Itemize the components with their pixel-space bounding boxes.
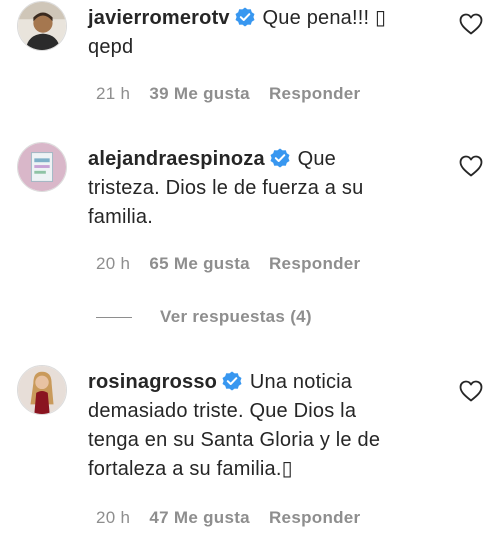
view-replies-label: Ver respuestas (4) <box>160 307 312 326</box>
verified-badge-icon <box>235 7 255 27</box>
likes-count[interactable]: 47 Me gusta <box>149 508 250 527</box>
comment-meta: 20 h 47 Me gusta Responder <box>96 508 374 528</box>
view-replies-button[interactable]: Ver respuestas (4) <box>96 307 312 327</box>
comment-body: tenga en su Santa Gloria y le de <box>88 429 381 451</box>
timestamp[interactable]: 20 h <box>96 254 130 273</box>
username[interactable]: javierromerotv <box>88 7 230 29</box>
reply-button[interactable]: Responder <box>269 254 361 273</box>
comment-body: Una noticia <box>249 371 353 393</box>
comment-body: Que <box>297 148 336 170</box>
verified-badge-icon <box>222 371 242 391</box>
likes-count[interactable]: 39 Me gusta <box>149 84 250 103</box>
username[interactable]: rosinagrosso <box>88 371 217 393</box>
like-heart-icon[interactable] <box>459 380 483 402</box>
like-heart-icon[interactable] <box>459 155 483 177</box>
avatar[interactable] <box>17 365 67 415</box>
comment-body: qepd <box>88 36 134 58</box>
comment-text: rosinagrosso Una noticia demasiado trist… <box>88 368 428 484</box>
avatar[interactable] <box>17 142 67 192</box>
comment-meta: 20 h 65 Me gusta Responder <box>96 254 374 274</box>
comment-text: javierromerotv Que pena!!! ▯ qepd <box>88 4 428 62</box>
verified-badge-icon <box>270 148 290 168</box>
avatar[interactable] <box>17 1 67 51</box>
timestamp[interactable]: 20 h <box>96 508 130 527</box>
comment-text: alejandraespinoza Que tristeza. Dios le … <box>88 145 428 232</box>
comment-meta: 21 h 39 Me gusta Responder <box>96 84 374 104</box>
comment-body: demasiado triste. Que Dios la <box>88 400 357 422</box>
comment-body: familia. <box>88 206 153 228</box>
comment-body: Que pena!!! ▯ <box>262 7 387 29</box>
reply-button[interactable]: Responder <box>269 84 361 103</box>
timestamp[interactable]: 21 h <box>96 84 130 103</box>
username[interactable]: alejandraespinoza <box>88 148 265 170</box>
divider <box>96 317 132 319</box>
like-heart-icon[interactable] <box>459 13 483 35</box>
comment-body: tristeza. Dios le de fuerza a su <box>88 177 364 199</box>
comment-body: fortaleza a su familia.▯ <box>88 458 293 480</box>
reply-button[interactable]: Responder <box>269 508 361 527</box>
likes-count[interactable]: 65 Me gusta <box>149 254 250 273</box>
